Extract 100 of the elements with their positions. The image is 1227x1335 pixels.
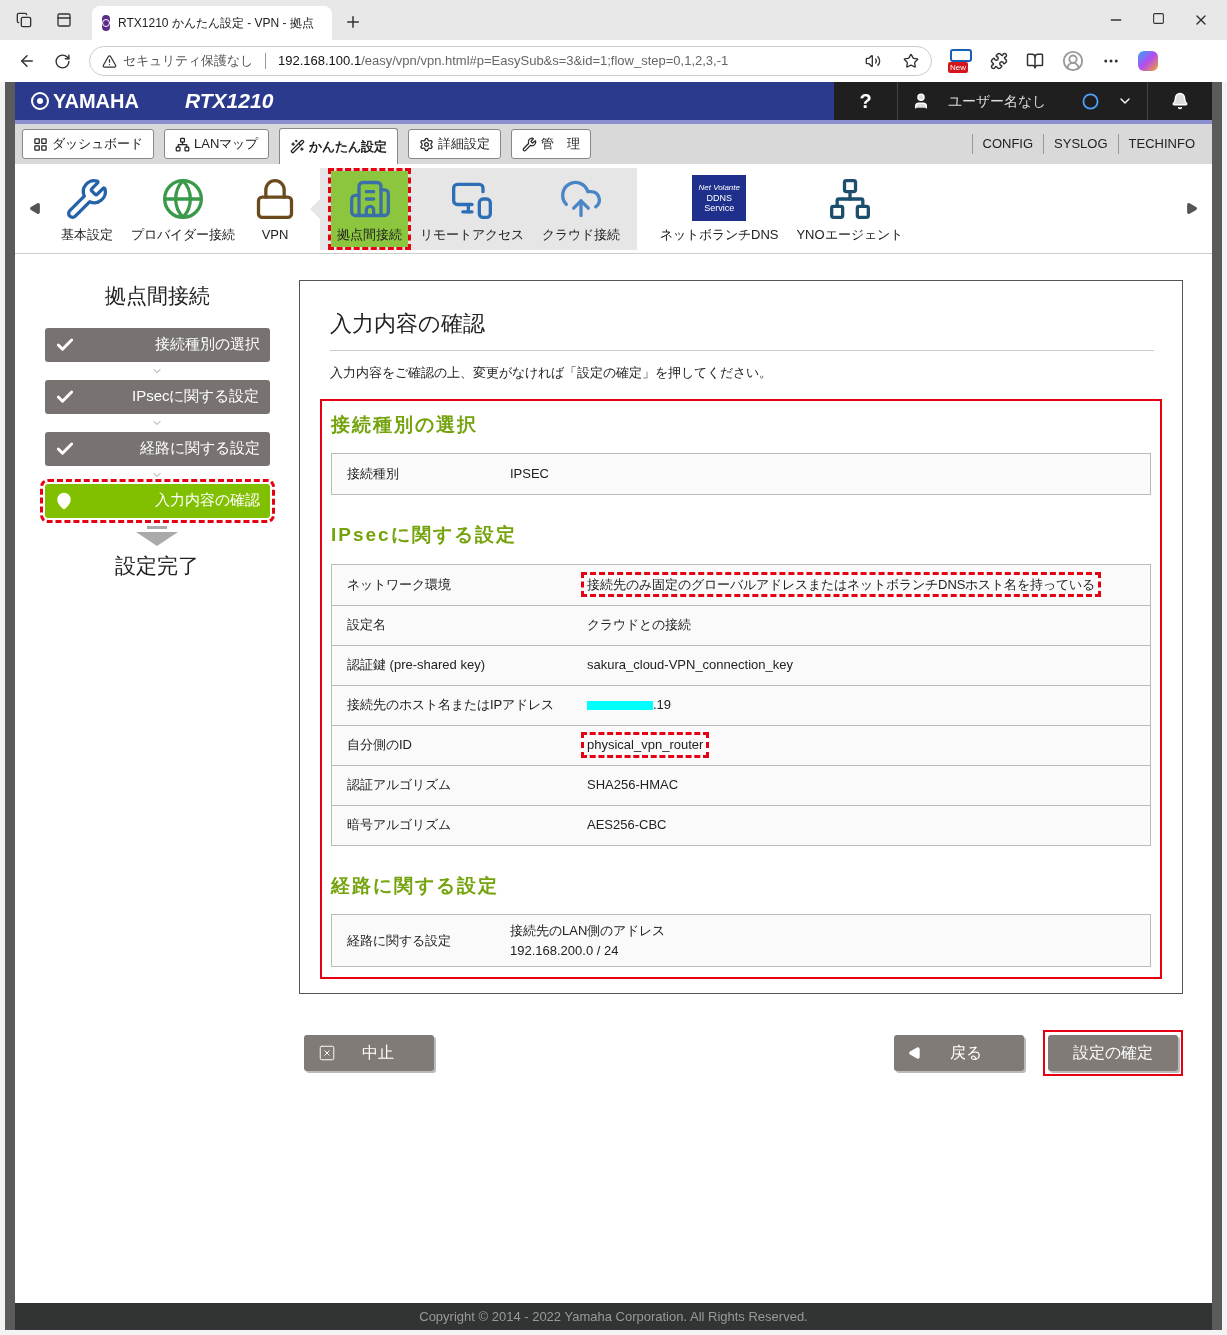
favorites-icon[interactable] <box>1026 52 1044 70</box>
browser-tab[interactable]: RTX1210 かんたん設定 - VPN - 拠点 <box>92 6 332 40</box>
value-text: クラウドとの接続 <box>587 616 691 635</box>
panel-title: 入力内容の確認 <box>330 307 1154 351</box>
nav-label: リモートアクセス <box>420 226 524 244</box>
row-label: 認証アルゴリズム <box>346 776 452 795</box>
final-step: 設定完了 <box>115 549 199 581</box>
read-aloud-icon[interactable] <box>865 53 881 69</box>
value-text: 接続先のLAN側のアドレス <box>510 922 666 940</box>
value-text: IPSEC <box>510 465 549 484</box>
nav-item[interactable]: 基本設定 <box>55 170 119 247</box>
wrench-icon <box>65 177 109 221</box>
menu-tab[interactable]: かんたん設定 <box>279 128 399 164</box>
value-text: 接続先のみ固定のグローバルアドレスまたはネットボランチDNSホスト名を持っている <box>587 575 1096 594</box>
sidebar-title: 拠点間接続 <box>104 283 210 309</box>
menu-tab[interactable]: 詳細設定 <box>408 129 502 159</box>
row-label: 経路に関する設定 <box>346 931 452 950</box>
nav-item[interactable]: リモートアクセス <box>414 170 530 247</box>
row-label: 暗号アルゴリズム <box>346 816 452 835</box>
logo-text: Service <box>704 203 735 213</box>
workspaces-icon[interactable] <box>16 12 32 28</box>
value-text: .19 <box>653 696 672 715</box>
menu-tab[interactable]: 管 理 <box>511 129 592 159</box>
logo-text: DDNS <box>706 193 732 203</box>
refresh-icon[interactable] <box>54 52 71 70</box>
down-arrow-icon <box>136 525 178 546</box>
section-heading: 経路に関する設定 <box>331 873 500 898</box>
logo-text: Net Volante <box>698 183 740 193</box>
row-label: 設定名 <box>346 616 387 635</box>
nav-label: プロバイダー接続 <box>131 226 235 244</box>
scroll-right-icon[interactable] <box>1185 202 1198 215</box>
nav-label: ネットボランチDNS <box>660 226 779 244</box>
confirm-button[interactable]: 設定の確定 <box>1048 1035 1178 1071</box>
row-label: 自分側のID <box>346 736 413 755</box>
profile-icon[interactable] <box>1062 50 1084 72</box>
step-label: 経路に関する設定 <box>139 438 260 459</box>
new-tab-icon[interactable] <box>344 13 362 31</box>
status-circle-icon[interactable] <box>1082 92 1099 110</box>
security-label: セキュリティ保護なし <box>123 52 253 71</box>
pin-icon <box>54 491 73 510</box>
globe-icon <box>161 177 205 221</box>
back-icon[interactable] <box>18 52 36 70</box>
step-label: 入力内容の確認 <box>154 490 260 511</box>
gear-icon <box>419 136 435 152</box>
panel-description: 入力内容をご確認の上、変更がなければ「設定の確定」を押してください。 <box>330 364 773 382</box>
grid-icon <box>33 136 48 152</box>
back-arrow-icon <box>908 1046 922 1060</box>
new-badge: New <box>948 62 968 73</box>
top-link[interactable]: CONFIG <box>971 134 1044 154</box>
row-label: 接続種別 <box>346 465 400 484</box>
nav-item[interactable]: クラウド接続 <box>536 170 626 247</box>
value-text: sakura_cloud-VPN_connection_key <box>587 656 793 675</box>
row-label: ネットワーク環境 <box>346 575 452 594</box>
nav-item[interactable]: YNOエージェント <box>790 170 909 247</box>
value-text: physical_vpn_router <box>587 736 704 755</box>
brand-logo: YAMAHA <box>53 89 139 114</box>
step-label: IPsecに関する設定 <box>132 386 260 407</box>
network-icon <box>827 177 872 221</box>
scroll-left-icon[interactable] <box>29 202 42 215</box>
top-link[interactable]: SYSLOG <box>1043 134 1118 154</box>
user-name: ユーザー名なし <box>948 91 1046 111</box>
wrench-icon <box>522 136 538 152</box>
nav-label: YNOエージェント <box>796 226 903 244</box>
cancel-icon <box>318 1044 336 1062</box>
nav-item[interactable]: VPN <box>247 170 303 247</box>
tab-title: RTX1210 かんたん設定 - VPN - 拠点 <box>118 15 314 32</box>
row-label: 接続先のホスト名またはIPアドレス <box>346 696 556 715</box>
nav-label: クラウド接続 <box>542 226 620 244</box>
wand-icon <box>290 139 306 154</box>
nav-item[interactable]: Net Volante DDNS Service ネットボランチDNS <box>654 170 785 247</box>
extensions-icon[interactable] <box>990 52 1008 70</box>
favorite-icon[interactable] <box>903 53 919 69</box>
top-link[interactable]: TECHINFO <box>1117 134 1205 154</box>
menu-tab[interactable]: LANマップ <box>164 129 270 159</box>
nav-item[interactable]: 拠点間接続 <box>331 170 408 247</box>
notification-icon[interactable] <box>1171 92 1189 110</box>
section-heading: 接続種別の選択 <box>331 412 479 437</box>
yamaha-emblem-icon <box>31 92 49 110</box>
nav-item[interactable]: プロバイダー接続 <box>125 170 241 247</box>
nav-label: VPN <box>261 226 289 244</box>
user-icon <box>912 92 930 110</box>
network-icon <box>175 136 190 152</box>
back-button[interactable]: 戻る <box>894 1035 1024 1071</box>
value-text: SHA256-HMAC <box>587 776 679 795</box>
maximize-icon[interactable] <box>1152 12 1165 25</box>
menu-tab[interactable]: ダッシュボード <box>22 129 154 159</box>
cancel-button[interactable]: 中止 <box>304 1035 434 1071</box>
value-text: AES256-CBC <box>587 816 667 835</box>
row-label: 認証鍵 (pre-shared key) <box>346 656 486 675</box>
step-label: 接続種別の選択 <box>154 334 260 355</box>
tab-actions-icon[interactable] <box>56 12 72 28</box>
copyright-text: Copyright © 2014 - 2022 Yamaha Corporation. All Rights Reserved. <box>419 1307 808 1326</box>
warning-icon <box>102 53 117 69</box>
nav-label: 拠点間接続 <box>337 226 402 244</box>
section-heading: IPsecに関する設定 <box>331 523 518 547</box>
copilot-icon[interactable] <box>1138 51 1158 71</box>
favicon-icon <box>102 15 110 31</box>
model-name: RTX1210 <box>185 88 274 115</box>
value-text: 192.168.200.0 / 24 <box>510 941 619 960</box>
url-text: 192.168.100.1/easy/vpn/vpn.html#p=EasySub&s=3&id=1;flow_step=0,1,2,3,-1 <box>278 52 729 71</box>
